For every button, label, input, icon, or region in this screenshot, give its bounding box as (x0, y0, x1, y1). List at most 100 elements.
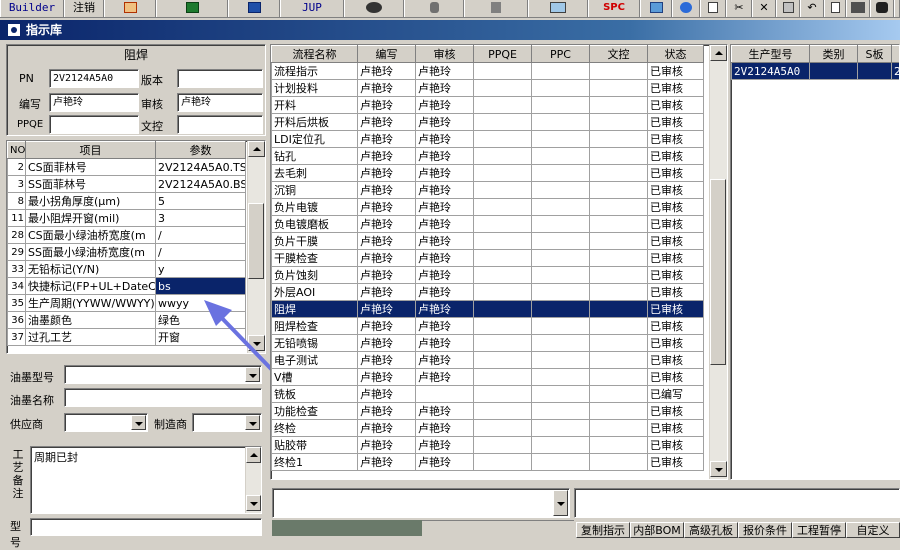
param-value[interactable]: 2V2124A5A0.TS (156, 159, 246, 176)
flow-cell[interactable]: 负电镀磨板 (272, 216, 358, 233)
flow-cell[interactable] (532, 437, 590, 454)
flow-cell[interactable]: 卢艳玲 (358, 97, 416, 114)
remark-textarea[interactable]: 周期已封 (30, 446, 262, 514)
flow-cell[interactable]: 卢艳玲 (358, 80, 416, 97)
flow-cell[interactable]: 无铅喷锡 (272, 335, 358, 352)
maker-dropdown-button[interactable] (245, 415, 260, 430)
flow-cell[interactable] (590, 148, 648, 165)
flow-cell[interactable]: 已审核 (648, 301, 704, 318)
flow-cell[interactable]: 卢艳玲 (358, 267, 416, 284)
flow-cell[interactable]: 电子测试 (272, 352, 358, 369)
flow-cell[interactable] (474, 199, 532, 216)
flow-cell[interactable]: 卢艳玲 (358, 284, 416, 301)
flow-cell[interactable]: 负片蚀刻 (272, 267, 358, 284)
param-row[interactable]: 8最小拐角厚度(μm)5 (8, 193, 246, 210)
flow-cell[interactable] (590, 131, 648, 148)
flow-cell[interactable] (590, 284, 648, 301)
flow-cell[interactable] (474, 437, 532, 454)
flow-cell[interactable] (474, 97, 532, 114)
save-button[interactable] (776, 0, 800, 17)
flow-cell[interactable]: 卢艳玲 (416, 199, 474, 216)
flow-cell[interactable]: 卢艳玲 (358, 250, 416, 267)
flow-col-header[interactable]: 状态 (648, 46, 704, 63)
flow-cell[interactable] (474, 131, 532, 148)
cut-button[interactable]: ✂ (726, 0, 752, 17)
param-item[interactable]: 最小阻焊开窗(mil) (26, 210, 156, 227)
network-button[interactable] (464, 0, 528, 17)
flow-cell[interactable]: 卢艳玲 (416, 301, 474, 318)
flow-cell[interactable]: 卢艳玲 (358, 63, 416, 80)
flow-cell[interactable]: 卢艳玲 (416, 250, 474, 267)
flow-cell[interactable] (590, 386, 648, 403)
flow-row[interactable]: 负电镀磨板卢艳玲卢艳玲已审核 (272, 216, 704, 233)
param-item[interactable]: 过孔工艺 (26, 329, 156, 346)
flow-cell[interactable] (474, 233, 532, 250)
param-item[interactable]: SS面菲林号 (26, 176, 156, 193)
flow-cell[interactable] (532, 369, 590, 386)
param-no[interactable]: 35 (8, 295, 26, 312)
flow-cell[interactable] (590, 369, 648, 386)
param-item[interactable]: 最小拐角厚度(μm) (26, 193, 156, 210)
param-item[interactable]: CS面菲林号 (26, 159, 156, 176)
ppqe-field[interactable] (49, 115, 139, 134)
param-no[interactable]: 28 (8, 227, 26, 244)
flow-cell[interactable]: 卢艳玲 (416, 233, 474, 250)
flow-row[interactable]: 去毛刺卢艳玲卢艳玲已审核 (272, 165, 704, 182)
param-item[interactable]: 生产周期(YYWW/WWYY) (26, 295, 156, 312)
flow-cell[interactable] (474, 403, 532, 420)
param-no[interactable]: 34 (8, 278, 26, 295)
flow-cell[interactable] (532, 233, 590, 250)
flow-cell[interactable] (532, 386, 590, 403)
flow-scroll-thumb[interactable] (710, 179, 726, 365)
model-cell[interactable]: 2 (892, 63, 900, 80)
model-col-header[interactable]: 类别 (810, 46, 858, 63)
flow-col-header[interactable]: 审核 (416, 46, 474, 63)
flow-cell[interactable]: 已审核 (648, 318, 704, 335)
flow-row[interactable]: 无铅喷锡卢艳玲卢艳玲已审核 (272, 335, 704, 352)
flow-cell[interactable]: 已审核 (648, 403, 704, 420)
flow-col-header[interactable]: PPQE (474, 46, 532, 63)
flow-cell[interactable]: 卢艳玲 (358, 233, 416, 250)
flow-cell[interactable] (532, 318, 590, 335)
flow-row[interactable]: 铣板卢艳玲已编写 (272, 386, 704, 403)
writer-field[interactable]: 卢艳玲 (49, 93, 139, 112)
flow-cell[interactable]: 负片干膜 (272, 233, 358, 250)
flow-cell[interactable] (474, 250, 532, 267)
flow-cell[interactable]: 终检 (272, 420, 358, 437)
param-no[interactable]: 8 (8, 193, 26, 210)
flow-row[interactable]: 负片干膜卢艳玲卢艳玲已审核 (272, 233, 704, 250)
flow-cell[interactable]: 卢艳玲 (358, 301, 416, 318)
flow-cell[interactable]: 卢艳玲 (358, 199, 416, 216)
flow-cell[interactable]: 卢艳玲 (358, 352, 416, 369)
ink-name-field[interactable] (64, 388, 262, 407)
flow-cell[interactable]: 已审核 (648, 233, 704, 250)
model-col-header[interactable]: 生产型号 (732, 46, 810, 63)
flow-cell[interactable]: 流程指示 (272, 63, 358, 80)
flow-cell[interactable]: 已审核 (648, 250, 704, 267)
flow-cell[interactable]: 卢艳玲 (358, 403, 416, 420)
flow-cell[interactable] (474, 267, 532, 284)
flow-cell[interactable] (590, 403, 648, 420)
flow-cell[interactable]: 卢艳玲 (358, 165, 416, 182)
param-no[interactable]: 33 (8, 261, 26, 278)
flow-cell[interactable] (532, 284, 590, 301)
flow-cell[interactable] (590, 233, 648, 250)
flow-row[interactable]: 功能检查卢艳玲卢艳玲已审核 (272, 403, 704, 420)
flow-cell[interactable] (474, 284, 532, 301)
flow-cell[interactable]: 卢艳玲 (358, 369, 416, 386)
flow-cell[interactable]: 已审核 (648, 420, 704, 437)
flow-scroll-up[interactable] (710, 45, 727, 61)
flow-cell[interactable]: 卢艳玲 (416, 97, 474, 114)
supplier-dropdown-button[interactable] (131, 415, 146, 430)
flow-cell[interactable] (532, 352, 590, 369)
flow-cell[interactable] (590, 420, 648, 437)
view-button[interactable] (344, 0, 404, 17)
flow-cell[interactable]: 已审核 (648, 165, 704, 182)
flow-row[interactable]: 开料卢艳玲卢艳玲已审核 (272, 97, 704, 114)
flow-cell[interactable] (590, 301, 648, 318)
param-row[interactable]: 3SS面菲林号2V2124A5A0.BS (8, 176, 246, 193)
flow-row[interactable]: 电子测试卢艳玲卢艳玲已审核 (272, 352, 704, 369)
remark-scroll-up[interactable] (246, 447, 261, 463)
flow-cell[interactable] (474, 454, 532, 471)
flow-row[interactable]: 阻焊卢艳玲卢艳玲已审核 (272, 301, 704, 318)
